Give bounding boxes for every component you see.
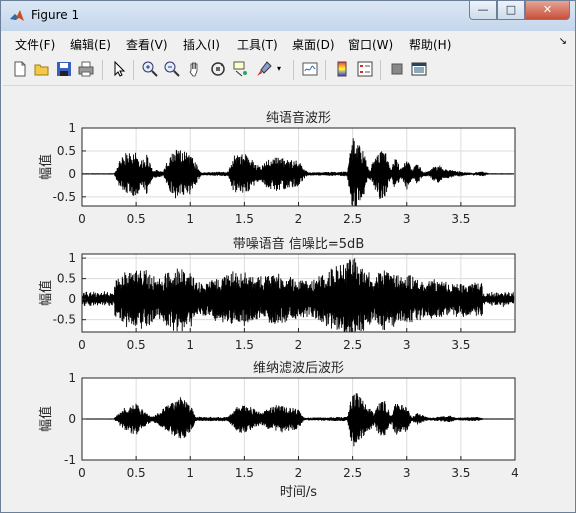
menu-desktop[interactable]: 桌面(D) xyxy=(292,36,335,53)
menu-dock-arrow-icon[interactable]: ↘ xyxy=(559,36,567,47)
y-tick-label: 1 xyxy=(68,371,76,385)
menu-tools[interactable]: 工具(T) xyxy=(237,36,278,53)
y-tick-label: 0 xyxy=(68,167,76,181)
x-tick-label: 1 xyxy=(186,466,194,480)
print-icon[interactable] xyxy=(77,60,95,78)
x-tick-label: 3.5 xyxy=(451,338,470,352)
link-plot-icon[interactable] xyxy=(301,60,319,78)
menu-file[interactable]: 文件(F) xyxy=(15,36,55,53)
x-tick-label: 3 xyxy=(403,466,411,480)
x-tick-label: 0 xyxy=(78,338,86,352)
zoom-in-icon[interactable] xyxy=(141,60,159,78)
show-plot-tools-icon[interactable] xyxy=(410,60,428,78)
x-tick-label: 3 xyxy=(403,338,411,352)
data-cursor-icon[interactable] xyxy=(232,60,250,78)
y-tick-label: 0.5 xyxy=(57,144,76,158)
toolbar-separator xyxy=(293,60,294,80)
x-tick-label: 1 xyxy=(186,212,194,226)
x-tick-label: 3 xyxy=(403,212,411,226)
pointer-icon[interactable] xyxy=(110,60,128,78)
x-tick-label: 0 xyxy=(78,466,86,480)
x-tick-label: 3.5 xyxy=(451,466,470,480)
y-tick-label: -0.5 xyxy=(53,313,76,327)
minimize-button[interactable]: — xyxy=(469,1,497,20)
x-tick-label: 0 xyxy=(78,212,86,226)
y-axis-label: 幅值 xyxy=(38,154,54,180)
menu-insert[interactable]: 插入(I) xyxy=(183,36,220,53)
menu-view[interactable]: 查看(V) xyxy=(126,36,168,53)
brush-icon[interactable] xyxy=(255,60,273,78)
toolbar-separator xyxy=(102,60,103,80)
y-tick-label: 0 xyxy=(68,412,76,426)
menu-edit[interactable]: 编辑(E) xyxy=(70,36,111,53)
toolbar-separator xyxy=(380,60,381,80)
toolbar-separator xyxy=(133,60,134,80)
save-icon[interactable] xyxy=(55,60,73,78)
toolbar: ▾ xyxy=(3,55,573,86)
x-tick-label: 2 xyxy=(295,338,303,352)
axes-title: 带噪语音 信噪比=5dB xyxy=(233,236,364,252)
y-tick-label: 0 xyxy=(68,292,76,306)
menu-help[interactable]: 帮助(H) xyxy=(409,36,451,53)
hide-plot-tools-icon[interactable] xyxy=(388,60,406,78)
menu-bar: 文件(F) 编辑(E) 查看(V) 插入(I) 工具(T) 桌面(D) 窗口(W… xyxy=(3,32,573,54)
brush-dropdown-icon[interactable]: ▾ xyxy=(277,60,285,78)
open-file-icon[interactable] xyxy=(33,60,51,78)
rotate-3d-icon[interactable] xyxy=(209,60,227,78)
x-tick-label: 1.5 xyxy=(235,466,254,480)
figure-canvas: 0 0.5 1 1.5 2 2.5 3 3.510.50-0.5纯语音波形幅值0 0.5 1 1.5… xyxy=(38,110,519,500)
zoom-out-icon[interactable] xyxy=(163,60,181,78)
y-tick-label: 1 xyxy=(68,251,76,265)
x-axis-label: 时间/s xyxy=(280,485,317,500)
window-title: Figure 1 xyxy=(31,8,80,22)
axes-title: 纯语音波形 xyxy=(266,110,331,126)
x-tick-label: 2.5 xyxy=(343,466,362,480)
x-tick-label: 0.5 xyxy=(127,212,146,226)
maximize-button[interactable]: □ xyxy=(497,1,525,20)
figure-window: Figure 1 — □ ✕ 文件(F) 编辑(E) 查看(V) 插入(I) 工… xyxy=(0,0,576,513)
axes-title: 维纳滤波后波形 xyxy=(253,361,344,376)
x-tick-label: 0.5 xyxy=(127,338,146,352)
x-tick-label: 2.5 xyxy=(343,212,362,226)
y-tick-label: -1 xyxy=(64,453,76,467)
matlab-logo-icon xyxy=(10,10,24,21)
legend-icon[interactable] xyxy=(356,60,374,78)
toolbar-separator xyxy=(325,60,326,80)
y-tick-label: 1 xyxy=(68,121,76,135)
y-tick-label: -0.5 xyxy=(53,190,76,204)
new-figure-icon[interactable] xyxy=(11,60,29,78)
x-tick-label: 1.5 xyxy=(235,212,254,226)
x-tick-label: 2 xyxy=(295,212,303,226)
colorbar-icon[interactable] xyxy=(333,60,351,78)
y-axis-label: 幅值 xyxy=(38,280,54,306)
x-tick-label: 1.5 xyxy=(235,338,254,352)
x-tick-label: 0.5 xyxy=(127,466,146,480)
close-button[interactable]: ✕ xyxy=(525,1,570,20)
y-tick-label: 0.5 xyxy=(57,272,76,286)
x-tick-label: 4 xyxy=(511,466,519,480)
y-axis-label: 幅值 xyxy=(38,406,54,432)
x-tick-label: 2.5 xyxy=(343,338,362,352)
x-tick-label: 2 xyxy=(295,466,303,480)
x-tick-label: 3.5 xyxy=(451,212,470,226)
x-tick-label: 1 xyxy=(186,338,194,352)
menu-window[interactable]: 窗口(W) xyxy=(348,36,393,53)
pan-hand-icon[interactable] xyxy=(186,60,204,78)
title-bar[interactable]: Figure 1 — □ ✕ xyxy=(1,1,575,31)
